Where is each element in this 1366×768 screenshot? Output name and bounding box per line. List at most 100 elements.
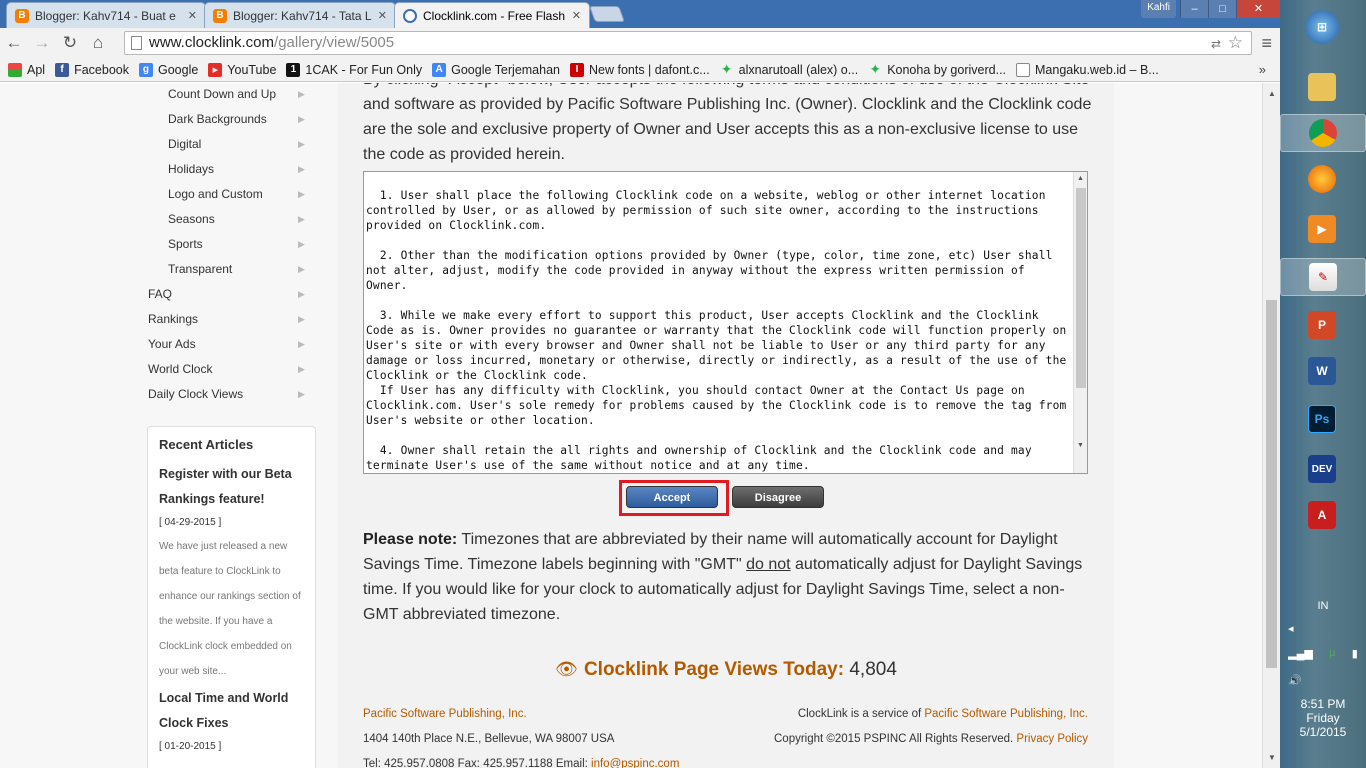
- bookmark-youtube[interactable]: ▶ YouTube: [208, 62, 277, 77]
- bookmark-1cak[interactable]: 1 1CAK - For Fun Only: [286, 62, 422, 77]
- scroll-down-icon[interactable]: ▼: [1077, 442, 1084, 449]
- close-tab-icon[interactable]: ✕: [568, 9, 581, 22]
- maximize-button[interactable]: □: [1208, 0, 1236, 18]
- start-button[interactable]: ⊞: [1302, 8, 1342, 46]
- forward-icon[interactable]: →: [28, 28, 56, 58]
- browser-toolbar: ← → ↻ ⌂ www.clocklink.com/gallery/view/5…: [0, 28, 1280, 58]
- sidebar-item-daily-clock-views[interactable]: Daily Clock Views: [148, 387, 243, 401]
- bookmark-deviantart-alex[interactable]: ✦ alxnarutoall (alex) o...: [720, 61, 859, 77]
- sidebar-subitem[interactable]: Logo and Custom: [168, 187, 263, 201]
- back-icon[interactable]: ←: [0, 28, 28, 58]
- clock-time[interactable]: 8:51 PM: [1280, 697, 1366, 711]
- volume-icon[interactable]: 🔊: [1280, 674, 1366, 687]
- profile-user[interactable]: Kahfi: [1141, 0, 1176, 18]
- bookmarks-overflow-icon[interactable]: »: [1259, 62, 1266, 77]
- bookmark-deviantart-konoha[interactable]: ✦ Konoha by goriverd...: [868, 61, 1006, 77]
- dafont-icon: I: [570, 62, 584, 77]
- accept-button[interactable]: Accept: [626, 486, 718, 508]
- article-title[interactable]: Register with our Beta Rankings feature!: [159, 462, 304, 512]
- close-tab-icon[interactable]: ✕: [184, 9, 197, 22]
- chrome-taskbar-button[interactable]: [1280, 114, 1366, 152]
- dst-note: Please note: Timezones that are abbrevia…: [363, 527, 1093, 627]
- sidebar-subitem[interactable]: Count Down and Up: [168, 87, 276, 101]
- textarea-scrollbar[interactable]: ▲ ▼: [1073, 172, 1087, 473]
- scroll-up-icon[interactable]: ▲: [1268, 89, 1276, 98]
- paint-taskbar-button[interactable]: ✎: [1280, 258, 1366, 296]
- paint-icon: ✎: [1309, 263, 1337, 291]
- window-controls: Kahfi – □ ✕: [1141, 0, 1280, 18]
- scroll-up-icon[interactable]: ▲: [1077, 175, 1084, 182]
- devcpp-icon: DEV: [1308, 455, 1336, 483]
- explorer-taskbar-button[interactable]: [1302, 68, 1342, 106]
- firefox-taskbar-button[interactable]: [1302, 160, 1342, 198]
- word-taskbar-button[interactable]: W: [1302, 352, 1342, 390]
- bookmark-google-translate[interactable]: A Google Terjemahan: [432, 62, 560, 77]
- sidebar-subitem[interactable]: Transparent: [168, 262, 232, 276]
- battery-icon[interactable]: ▮: [1352, 647, 1358, 660]
- bookmark-mangaku[interactable]: Mangaku.web.id – B...: [1016, 62, 1159, 77]
- language-indicator[interactable]: IN: [1280, 600, 1366, 612]
- close-tab-icon[interactable]: ✕: [374, 9, 387, 22]
- close-button[interactable]: ✕: [1236, 0, 1280, 18]
- show-hidden-icons[interactable]: ◂: [1280, 622, 1366, 635]
- footer-company[interactable]: Pacific Software Publishing, Inc.: [363, 708, 527, 720]
- sidebar-item-your-ads[interactable]: Your Ads: [148, 337, 196, 351]
- bookmark-apps[interactable]: Apl: [8, 62, 46, 77]
- bookmark-label: Mangaku.web.id – B...: [1035, 62, 1159, 77]
- sidebar-item-rankings[interactable]: Rankings: [148, 312, 198, 326]
- signal-icon[interactable]: ▂▄▆: [1288, 647, 1313, 660]
- address-bar[interactable]: www.clocklink.com/gallery/view/5005 ⇄ ☆: [124, 31, 1252, 55]
- media-player-taskbar-button[interactable]: ▶: [1302, 210, 1342, 248]
- tray-icons: ▂▄▆ µ ▮: [1280, 647, 1366, 660]
- tab-label: Blogger: Kahv714 - Tata L: [233, 8, 372, 23]
- footer-email[interactable]: info@pspinc.com: [591, 758, 679, 768]
- article-date: [ 01-20-2015 ]: [159, 741, 222, 752]
- sidebar-subitem[interactable]: Digital: [168, 137, 201, 151]
- footer-contact: Tel: 425.957.0808 Fax: 425.957.1188 Emai…: [363, 758, 679, 768]
- bookmark-label: YouTube: [227, 62, 277, 77]
- sidebar-item-faq[interactable]: FAQ: [148, 287, 172, 301]
- facebook-icon: f: [55, 62, 70, 77]
- bookmark-label: alxnarutoall (alex) o...: [738, 62, 859, 77]
- bookmark-facebook[interactable]: f Facebook: [55, 62, 129, 77]
- new-tab-button[interactable]: [589, 6, 625, 22]
- arrow-icon: ▶: [298, 139, 305, 149]
- sidebar-subitem[interactable]: Holidays: [168, 162, 214, 176]
- scroll-thumb[interactable]: [1076, 188, 1086, 388]
- reload-icon[interactable]: ↻: [56, 28, 84, 58]
- acrobat-taskbar-button[interactable]: A: [1302, 496, 1342, 534]
- powerpoint-taskbar-button[interactable]: P: [1302, 306, 1342, 344]
- footer-service-link[interactable]: Pacific Software Publishing, Inc.: [924, 708, 1088, 720]
- left-sidebar: Count Down and Up ▶ Dark Backgrounds ▶ D…: [128, 83, 338, 768]
- photoshop-taskbar-button[interactable]: Ps: [1302, 400, 1342, 438]
- sidebar-subitem[interactable]: Seasons: [168, 212, 215, 226]
- chrome-icon: [1309, 119, 1337, 147]
- devcpp-taskbar-button[interactable]: DEV: [1302, 450, 1342, 488]
- tab-blogger-1[interactable]: B Blogger: Kahv714 - Buat e ✕: [6, 2, 206, 28]
- tab-blogger-2[interactable]: B Blogger: Kahv714 - Tata L ✕: [204, 2, 396, 28]
- sidebar-subitem[interactable]: Sports: [168, 237, 203, 251]
- sidebar-subitem[interactable]: Dark Backgrounds: [168, 112, 267, 126]
- translate-icon[interactable]: ⇄: [1211, 33, 1221, 55]
- bookmark-google[interactable]: g Google: [138, 62, 198, 77]
- menu-icon[interactable]: ≡: [1261, 33, 1272, 54]
- scroll-down-icon[interactable]: ▼: [1268, 753, 1276, 762]
- scroll-thumb[interactable]: [1266, 300, 1277, 668]
- home-icon[interactable]: ⌂: [84, 28, 112, 58]
- system-tray: IN ◂ ▂▄▆ µ ▮ 🔊 8:51 PM Friday 5/1/2015: [1280, 600, 1366, 739]
- bookmark-star-icon[interactable]: ☆: [1228, 32, 1243, 54]
- note-lead: Please note:: [363, 531, 458, 548]
- bookmark-dafont[interactable]: I New fonts | dafont.c...: [570, 62, 710, 77]
- article-title[interactable]: Local Time and World Clock Fixes: [159, 686, 304, 736]
- utorrent-icon[interactable]: µ: [1329, 647, 1335, 660]
- bookmark-label: Apl: [27, 62, 46, 77]
- disagree-button[interactable]: Disagree: [732, 486, 824, 508]
- footer-tel: Tel: 425.957.0808 Fax: 425.957.1188 Emai…: [363, 758, 592, 768]
- tab-clocklink[interactable]: Clocklink.com - Free Flash ✕: [394, 2, 590, 28]
- 1cak-icon: 1: [286, 62, 301, 77]
- privacy-policy-link[interactable]: Privacy Policy: [1016, 733, 1088, 745]
- terms-textarea[interactable]: 1. User shall place the following Clockl…: [363, 171, 1088, 474]
- page-scrollbar[interactable]: ▲ ▼: [1262, 83, 1280, 768]
- minimize-button[interactable]: –: [1180, 0, 1208, 18]
- sidebar-item-world-clock[interactable]: World Clock: [148, 362, 212, 376]
